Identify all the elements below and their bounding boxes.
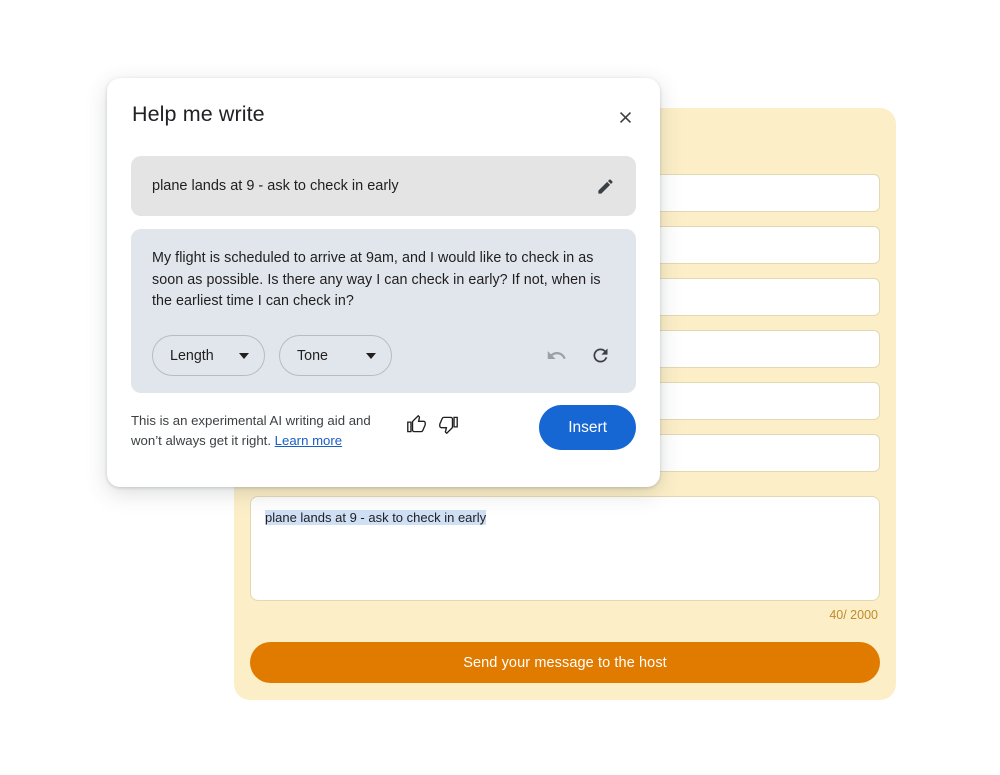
thumbs-down-button[interactable]	[436, 412, 460, 436]
undo-icon	[547, 351, 566, 359]
thumbs-up-button[interactable]	[404, 412, 428, 436]
generation-controls: Length Tone	[152, 335, 615, 376]
undo-button[interactable]	[541, 341, 571, 371]
tone-dropdown[interactable]: Tone	[279, 335, 392, 376]
insert-button[interactable]: Insert	[539, 405, 636, 450]
message-selected-text: plane lands at 9 - ask to check in early	[265, 510, 487, 525]
close-button[interactable]	[612, 104, 638, 130]
dialog-title: Help me write	[132, 102, 265, 126]
dialog-footer: This is an experimental AI writing aid a…	[131, 405, 636, 452]
thumbs-up-icon	[406, 414, 426, 432]
generated-text: My flight is scheduled to arrive at 9am,…	[152, 250, 601, 310]
chevron-down-icon	[366, 352, 376, 359]
prompt-text: plane lands at 9 - ask to check in early	[152, 178, 399, 194]
message-area-wrap: plane lands at 9 - ask to check in early…	[250, 496, 880, 622]
feedback-icons	[404, 409, 460, 436]
screen-root: Check out - Mar 1 plane lands at 9 - ask…	[0, 0, 1000, 775]
character-counter: 40/ 2000	[829, 608, 878, 622]
generated-result-panel: My flight is scheduled to arrive at 9am,…	[131, 229, 636, 393]
chevron-down-icon	[239, 352, 249, 359]
tone-dropdown-label: Tone	[297, 347, 329, 364]
length-dropdown[interactable]: Length	[152, 335, 265, 376]
refresh-icon	[593, 348, 607, 363]
length-dropdown-label: Length	[170, 347, 214, 364]
message-textarea[interactable]: plane lands at 9 - ask to check in early	[250, 496, 880, 601]
regenerate-button[interactable]	[585, 341, 615, 371]
prompt-row[interactable]: plane lands at 9 - ask to check in early	[131, 156, 636, 216]
send-message-button[interactable]: Send your message to the host	[250, 642, 880, 683]
dialog-header: Help me write	[131, 102, 636, 142]
close-icon	[619, 111, 631, 123]
learn-more-link[interactable]: Learn more	[275, 433, 342, 448]
help-me-write-dialog: Help me write plane lands at 9 - ask to …	[107, 78, 660, 487]
disclaimer-text: This is an experimental AI writing aid a…	[131, 409, 393, 452]
edit-prompt-button[interactable]	[592, 173, 618, 199]
thumbs-down-icon	[438, 416, 458, 434]
pencil-icon	[597, 178, 613, 194]
